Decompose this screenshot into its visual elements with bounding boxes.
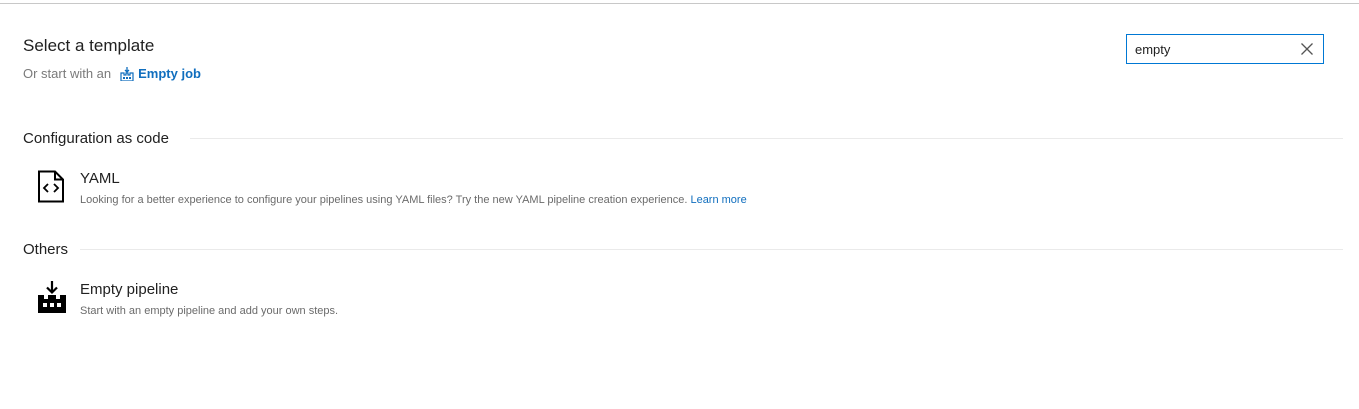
template-description-text: Looking for a better experience to confi…: [80, 194, 691, 206]
section-header-configuration-as-code: Configuration as code: [23, 130, 169, 147]
section-header-others: Others: [23, 241, 69, 258]
page-title: Select a template: [23, 36, 155, 55]
search-box[interactable]: [1126, 34, 1324, 64]
learn-more-link[interactable]: Learn more: [690, 194, 746, 206]
subtitle-prefix: Or start with an: [23, 66, 112, 81]
template-description-empty-pipeline: Start with an empty pipeline and add you…: [80, 305, 339, 317]
section-divider: [80, 249, 1343, 250]
template-description-yaml: Looking for a better experience to confi…: [80, 194, 747, 206]
template-item-yaml[interactable]: YAML Looking for a better experience to …: [23, 170, 1323, 214]
template-title-yaml: YAML: [80, 170, 120, 187]
template-item-empty-pipeline[interactable]: Empty pipeline Start with an empty pipel…: [23, 281, 1323, 325]
empty-job-link[interactable]: Empty job: [120, 66, 201, 81]
yaml-file-icon: [38, 170, 64, 203]
empty-job-label: Empty job: [138, 66, 201, 81]
subtitle: Or start with an Empty job: [23, 66, 201, 81]
top-divider: [0, 3, 1359, 4]
search-input[interactable]: [1127, 35, 1303, 63]
empty-job-icon: [120, 66, 134, 81]
close-icon[interactable]: [1300, 42, 1314, 56]
empty-pipeline-icon: [38, 281, 66, 313]
template-title-empty-pipeline: Empty pipeline: [80, 281, 179, 298]
section-divider: [190, 138, 1343, 139]
